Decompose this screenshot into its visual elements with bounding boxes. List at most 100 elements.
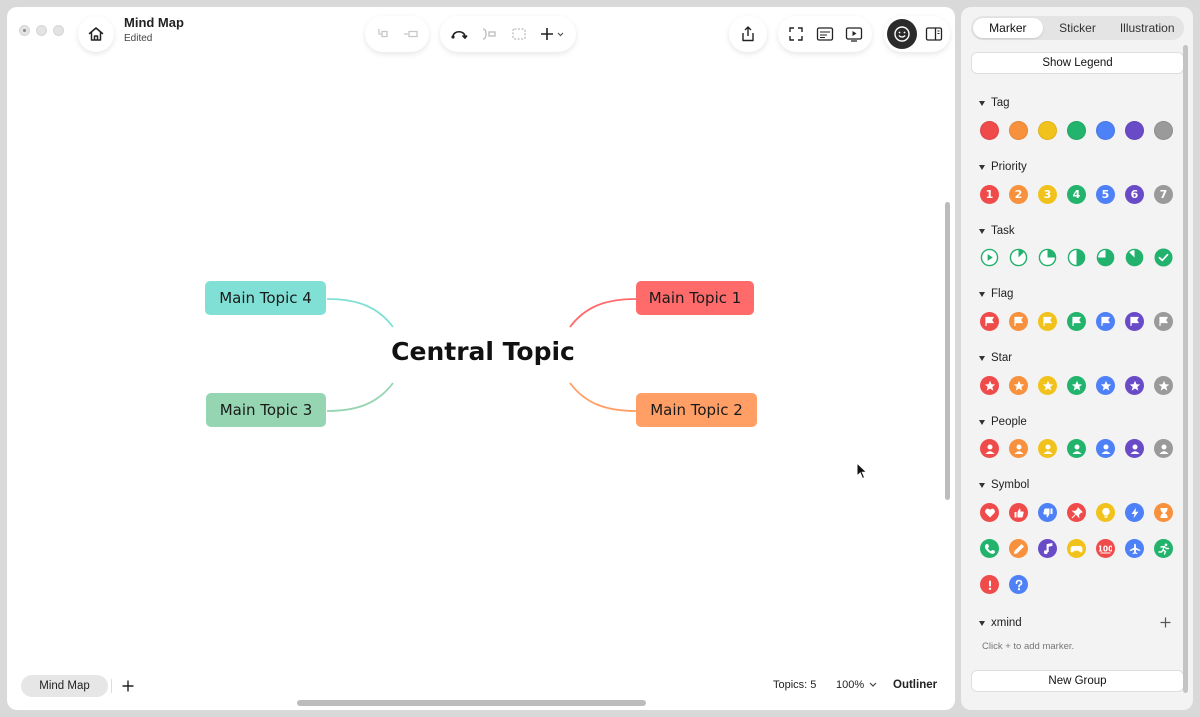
mouse-cursor-icon [856,462,868,480]
flag-gray-icon[interactable] [1154,312,1173,331]
main-topic-3[interactable]: Main Topic 3 [206,393,326,427]
running-icon[interactable] [1154,539,1173,558]
horizontal-scrollbar[interactable] [297,700,646,706]
group-star-header[interactable]: Star [979,352,1012,364]
priority-5-icon[interactable]: 5 [1096,185,1115,204]
hourglass-icon[interactable] [1154,503,1173,522]
group-symbol-title: Symbol [991,479,1030,491]
branch-line-topic-2 [569,382,637,412]
thumbs-down-icon[interactable] [1038,503,1057,522]
flag-blue-icon[interactable] [1096,312,1115,331]
star-yellow-icon[interactable] [1038,376,1057,395]
tag-purple-icon[interactable] [1125,121,1144,140]
gamepad-icon[interactable] [1067,539,1086,558]
person-gray-icon[interactable] [1154,439,1173,458]
outliner-button[interactable]: Outliner [893,679,937,691]
priority-3-icon[interactable]: 3 [1038,185,1057,204]
group-priority-header[interactable]: Priority [979,161,1027,173]
task-seven-eighths-icon[interactable] [1125,248,1144,267]
branch-line-topic-4 [326,298,394,328]
collapse-triangle-icon [979,355,985,361]
panel-tabs: Marker Sticker Illustration [971,16,1184,40]
priority-markers: 1 2 3 4 5 6 7 [980,185,1173,204]
group-people-header[interactable]: People [979,416,1027,428]
vertical-scrollbar[interactable] [945,202,950,500]
person-purple-icon[interactable] [1125,439,1144,458]
tag-yellow-icon[interactable] [1038,121,1057,140]
add-marker-button[interactable] [1158,615,1172,629]
exclamation-icon[interactable] [980,575,999,594]
flag-orange-icon[interactable] [1009,312,1028,331]
star-blue-icon[interactable] [1096,376,1115,395]
lightning-icon[interactable] [1125,503,1144,522]
task-done-icon[interactable] [1154,248,1173,267]
group-xmind-title: xmind [991,617,1022,629]
main-topic-2[interactable]: Main Topic 2 [636,393,757,427]
task-oct-icon[interactable] [1009,248,1028,267]
main-topic-1[interactable]: Main Topic 1 [636,281,754,315]
group-flag-header[interactable]: Flag [979,288,1013,300]
group-xmind-header[interactable]: xmind [979,617,1022,629]
show-legend-button[interactable]: Show Legend [971,52,1184,74]
tab-sticker[interactable]: Sticker [1043,18,1113,38]
group-tag-title: Tag [991,97,1010,109]
person-green-icon[interactable] [1067,439,1086,458]
marker-panel: Marker Sticker Illustration Show Legend … [961,7,1193,710]
tab-illustration[interactable]: Illustration [1112,18,1182,38]
tag-gray-icon[interactable] [1154,121,1173,140]
person-red-icon[interactable] [980,439,999,458]
star-orange-icon[interactable] [1009,376,1028,395]
group-symbol-header[interactable]: Symbol [979,479,1029,491]
star-gray-icon[interactable] [1154,376,1173,395]
central-topic[interactable]: Central Topic [383,337,583,366]
priority-2-icon[interactable]: 2 [1009,185,1028,204]
person-blue-icon[interactable] [1096,439,1115,458]
task-three-quarter-icon[interactable] [1096,248,1115,267]
person-orange-icon[interactable] [1009,439,1028,458]
thumbs-up-icon[interactable] [1009,503,1028,522]
priority-6-icon[interactable]: 6 [1125,185,1144,204]
airplane-icon[interactable] [1125,539,1144,558]
star-red-icon[interactable] [980,376,999,395]
heart-icon[interactable] [980,503,999,522]
xmind-group-hint: Click + to add marker. [982,641,1075,652]
add-sheet-button[interactable] [117,675,139,697]
music-note-icon[interactable] [1038,539,1057,558]
star-purple-icon[interactable] [1125,376,1144,395]
branch-line-topic-3 [326,382,394,412]
collapse-triangle-icon [979,419,985,425]
mind-map-canvas[interactable]: Mind Map Edited Central Topic Main Topic… [7,7,955,710]
phone-icon[interactable] [980,539,999,558]
priority-4-icon[interactable]: 4 [1067,185,1086,204]
tag-red-icon[interactable] [980,121,999,140]
hundred-points-icon[interactable]: 100 [1096,539,1115,558]
question-mark-icon[interactable] [1009,575,1028,594]
task-start-icon[interactable] [980,248,999,267]
flag-purple-icon[interactable] [1125,312,1144,331]
task-half-icon[interactable] [1067,248,1086,267]
group-tag-header[interactable]: Tag [979,97,1010,109]
tab-marker[interactable]: Marker [973,18,1043,38]
priority-7-icon[interactable]: 7 [1154,185,1173,204]
main-topic-4[interactable]: Main Topic 4 [205,281,326,315]
priority-1-icon[interactable]: 1 [980,185,999,204]
new-group-button[interactable]: New Group [971,670,1184,692]
tag-orange-icon[interactable] [1009,121,1028,140]
pencil-icon[interactable] [1009,539,1028,558]
sheet-tab-mind-map[interactable]: Mind Map [21,675,108,697]
flag-green-icon[interactable] [1067,312,1086,331]
lightbulb-icon[interactable] [1096,503,1115,522]
task-quarter-icon[interactable] [1038,248,1057,267]
star-green-icon[interactable] [1067,376,1086,395]
plus-icon [122,680,134,692]
flag-red-icon[interactable] [980,312,999,331]
flag-yellow-icon[interactable] [1038,312,1057,331]
tag-green-icon[interactable] [1067,121,1086,140]
panel-scrollbar[interactable] [1183,45,1188,693]
collapse-triangle-icon [979,620,985,626]
group-task-header[interactable]: Task [979,225,1015,237]
pin-icon[interactable] [1067,503,1086,522]
tag-blue-icon[interactable] [1096,121,1115,140]
zoom-menu[interactable]: 100% [836,679,877,691]
person-yellow-icon[interactable] [1038,439,1057,458]
